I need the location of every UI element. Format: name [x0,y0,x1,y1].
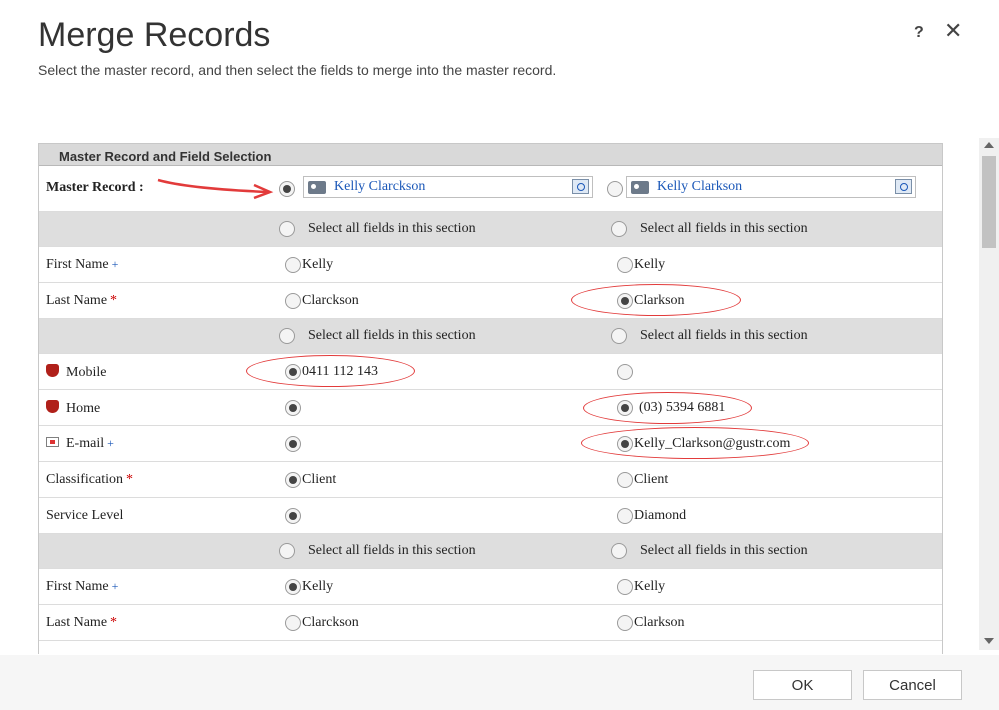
select-all-label-right: Select all fields in this section [640,543,808,558]
field-radio-left[interactable] [285,293,301,309]
master-radio-1[interactable] [279,181,295,197]
field-row: Classification * Client Client [39,462,942,498]
field-value-right: Clarkson [634,293,685,308]
recommended-marker: + [107,436,114,450]
field-label: Classification * [46,472,133,487]
field-value-right: Client [634,472,669,487]
record2-lookup[interactable]: Kelly Clarkson [626,176,916,198]
field-radio-left[interactable] [285,579,301,595]
field-row: Mobile 0411 112 143 [39,354,942,390]
field-radio-left[interactable] [285,508,301,524]
field-radio-right[interactable] [617,472,633,488]
select-all-radio-right[interactable] [611,543,627,559]
field-row: Service Level Diamond [39,498,942,534]
select-all-label-right: Select all fields in this section [640,221,808,236]
record2-name[interactable]: Kelly Clarkson [657,179,742,195]
field-label: First Name + [46,257,119,272]
ok-button[interactable]: OK [753,670,852,700]
contact-card-icon [308,181,326,194]
field-label: Home [46,400,100,417]
required-marker: * [126,472,133,487]
field-value-right: Kelly [634,257,666,272]
select-all-radio-left[interactable] [279,328,295,344]
field-label: Service Level [46,508,124,523]
field-radio-left[interactable] [285,472,301,488]
field-value-right: (03) 5394 6881 [639,400,726,415]
field-value-left: Kelly [302,579,334,594]
field-value-left: Clarckson [302,615,359,630]
select-all-label-left: Select all fields in this section [308,221,476,236]
field-value-right: Diamond [634,508,687,523]
select-all-label-right: Select all fields in this section [640,328,808,343]
phone-icon [46,400,59,413]
field-row: First Name + Kelly Kelly [39,247,942,283]
required-marker: * [110,615,118,630]
select-all-radio-right[interactable] [611,221,627,237]
field-value-left: 0411 112 143 [302,364,378,379]
phone-icon [46,364,59,377]
scroll-up-icon[interactable] [984,142,994,148]
field-label: Mobile [46,364,106,381]
field-radio-right[interactable] [617,508,633,524]
scroll-thumb[interactable] [982,156,996,248]
field-row: Home (03) 5394 6881 [39,390,942,426]
field-label: Last Name * [46,615,118,630]
select-all-label-left: Select all fields in this section [308,328,476,343]
grid-header: Master Record and Field Selection [39,144,942,166]
master-radio-2[interactable] [607,181,623,197]
field-radio-left[interactable] [285,400,301,416]
field-value-left: Clarckson [302,293,359,308]
contact-card-icon [631,181,649,194]
required-marker: * [110,293,118,308]
field-radio-left[interactable] [285,257,301,273]
lookup-search-icon[interactable] [572,179,589,194]
field-row: Last Name * Clarckson Clarkson [39,605,942,641]
field-label: Last Name * [46,293,118,308]
field-row: Last Name * Clarckson Clarkson [39,283,942,319]
field-value-left: Kelly [302,257,334,272]
annotation-arrow [157,178,274,200]
field-radio-left[interactable] [285,364,301,380]
field-label: E-mail + [46,436,114,452]
select-all-radio-left[interactable] [279,543,295,559]
record1-lookup[interactable]: Kelly Clarckson [303,176,593,198]
field-radio-right[interactable] [617,364,633,380]
record1-name[interactable]: Kelly Clarckson [334,179,425,195]
recommended-marker: + [111,579,119,593]
field-radio-right[interactable] [617,400,633,416]
scroll-down-icon[interactable] [984,638,994,644]
cancel-button[interactable]: Cancel [863,670,962,700]
field-value-right: Kelly_Clarkson@gustr.com [634,436,791,451]
field-value-right: Clarkson [634,615,685,630]
lookup-search-icon[interactable] [895,179,912,194]
dialog-title: Merge Records [38,16,271,54]
field-radio-left[interactable] [285,436,301,452]
section-row: Select all fields in this section Select… [39,319,942,354]
field-radio-right[interactable] [617,615,633,631]
help-button[interactable]: ? [914,24,924,42]
master-record-label: Master Record : [46,180,144,195]
field-radio-right[interactable] [617,293,633,309]
field-radio-left[interactable] [285,615,301,631]
field-radio-right[interactable] [617,436,633,452]
field-row: First Name + Kelly Kelly [39,569,942,605]
field-radio-right[interactable] [617,579,633,595]
select-all-radio-left[interactable] [279,221,295,237]
section-row: Select all fields in this section Select… [39,212,942,247]
section-row: Select all fields in this section Select… [39,534,942,569]
close-button[interactable]: ✕ [944,20,962,42]
field-value-right: Kelly [634,579,666,594]
vertical-scrollbar[interactable] [979,138,999,650]
email-icon [46,437,59,447]
select-all-radio-right[interactable] [611,328,627,344]
dialog-subtitle: Select the master record, and then selec… [38,62,557,78]
merge-grid: Master Record and Field Selection Master… [38,143,943,654]
field-label: First Name + [46,579,119,594]
field-value-left: Client [302,472,337,487]
field-row: E-mail + Kelly_Clarkson@gustr.com [39,426,942,462]
field-radio-right[interactable] [617,257,633,273]
select-all-label-left: Select all fields in this section [308,543,476,558]
recommended-marker: + [111,257,119,271]
